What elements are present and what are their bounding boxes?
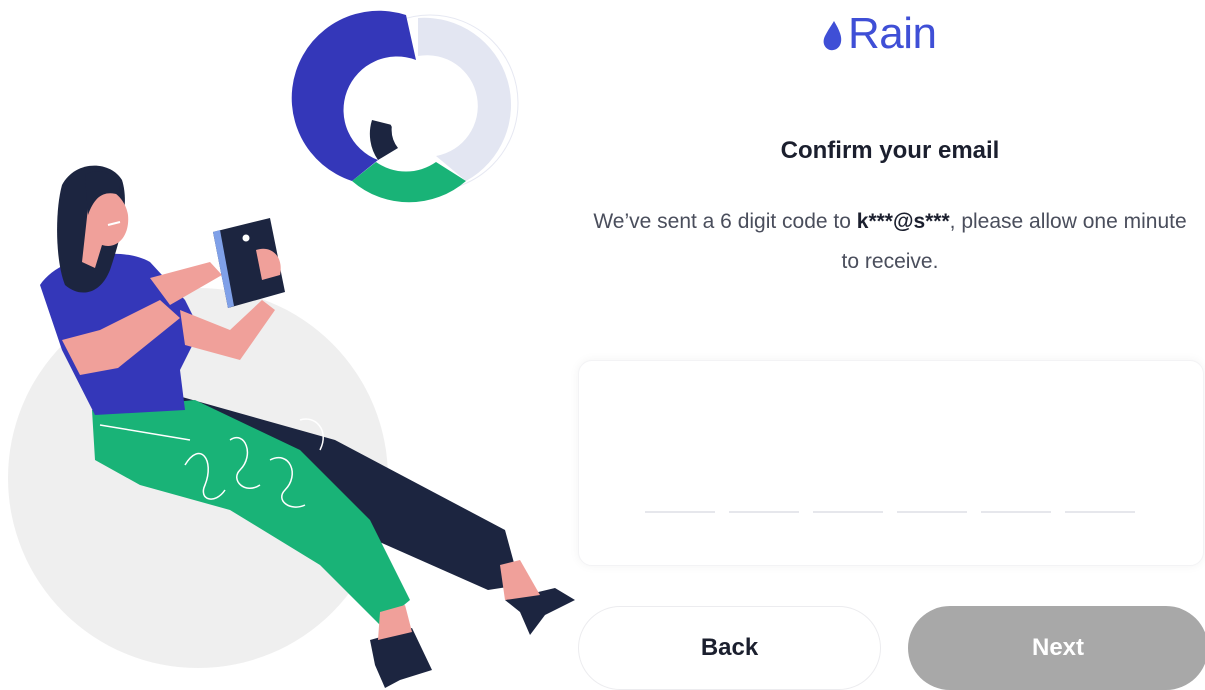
next-button[interactable]: Next bbox=[908, 606, 1205, 690]
code-digit-5[interactable] bbox=[981, 481, 1051, 513]
code-digit-3[interactable] bbox=[813, 481, 883, 513]
ankle-right bbox=[500, 560, 540, 600]
back-button[interactable]: Back bbox=[578, 606, 881, 690]
rain-logo: Rain bbox=[820, 8, 937, 60]
masked-email: k***@s*** bbox=[856, 210, 950, 233]
donut-chart-icon bbox=[291, 10, 519, 203]
code-digit-4[interactable] bbox=[897, 481, 967, 513]
woman-with-tablet-illustration bbox=[8, 10, 575, 688]
code-input-group bbox=[645, 481, 1135, 513]
message-prefix: We’ve sent a 6 digit code to bbox=[593, 210, 857, 233]
brand-name: Rain bbox=[848, 9, 937, 58]
raindrop-icon bbox=[823, 21, 842, 51]
code-digit-6[interactable] bbox=[1065, 481, 1135, 513]
code-digit-2[interactable] bbox=[729, 481, 799, 513]
code-digit-1[interactable] bbox=[645, 481, 715, 513]
confirmation-message: We’ve sent a 6 digit code to k***@s***, … bbox=[590, 202, 1190, 282]
page-title: Confirm your email bbox=[780, 137, 1000, 164]
code-entry-card bbox=[578, 360, 1204, 566]
